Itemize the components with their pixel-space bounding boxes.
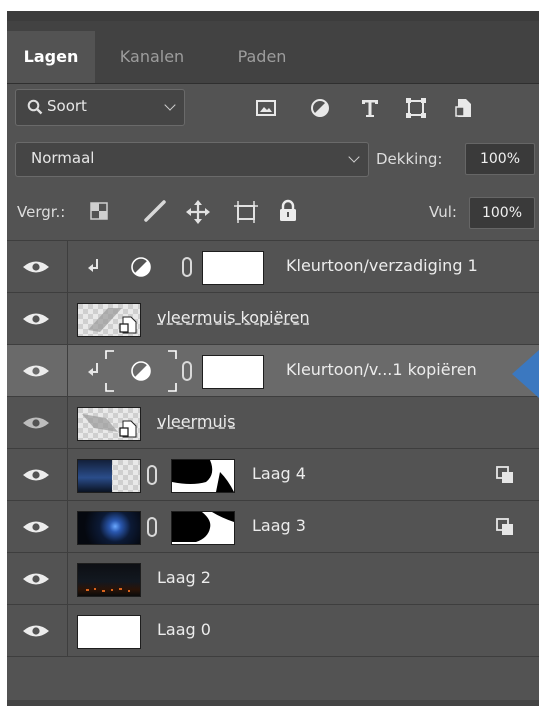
lock-label: Vergr.: — [17, 203, 66, 221]
row-divider — [67, 501, 68, 553]
blend-mode-dropdown[interactable]: Normaal — [15, 142, 369, 177]
visibility-eye-icon[interactable] — [17, 256, 55, 278]
layer-thumbnail[interactable] — [77, 459, 141, 493]
search-icon — [27, 99, 43, 115]
layer-name[interactable]: vleermuis — [157, 412, 235, 431]
layer-row[interactable]: Laag 4 — [7, 448, 539, 501]
tab-paden[interactable]: Paden — [212, 31, 312, 83]
smart-object-badge-icon — [119, 316, 137, 334]
layer-row[interactable]: Laag 0 — [7, 604, 539, 657]
layer-row[interactable]: Laag 2 — [7, 552, 539, 605]
layer-name[interactable]: vleermuis kopiëren — [157, 308, 310, 327]
layer-name[interactable]: Kleurtoon/v...1 kopiëren — [286, 360, 477, 379]
row-divider — [67, 605, 68, 657]
city-lights-thumbnail — [86, 588, 130, 592]
opacity-input[interactable]: 100% — [465, 143, 535, 175]
row-divider — [67, 293, 68, 345]
linked-layer-icon — [496, 466, 513, 483]
layer-thumbnail[interactable] — [77, 303, 141, 337]
adjustment-filter-icon[interactable] — [307, 95, 333, 121]
layer-row[interactable]: Laag 3 — [7, 500, 539, 553]
layer-mask-thumbnail[interactable] — [202, 355, 264, 389]
clipping-mask-arrow-icon — [88, 363, 98, 376]
layer-name[interactable]: Laag 0 — [157, 620, 211, 639]
shape-filter-icon[interactable] — [403, 95, 429, 121]
clipping-mask-arrow-icon — [88, 259, 98, 272]
row-divider — [67, 397, 68, 449]
layers-panel: Lagen Kanalen Paden Soort Normaal Dekkin… — [7, 11, 539, 706]
layer-name[interactable]: Laag 2 — [157, 568, 211, 587]
fill-input[interactable]: 100% — [469, 197, 535, 229]
layer-mask-thumbnail[interactable] — [202, 251, 264, 285]
layer-thumbnail[interactable] — [77, 511, 141, 545]
lock-all-icon[interactable] — [277, 198, 299, 224]
hue-saturation-adjustment-icon — [131, 257, 151, 277]
filter-kind-dropdown[interactable]: Soort — [15, 89, 185, 126]
image-filter-icon[interactable] — [253, 95, 279, 121]
panel-top-strip — [7, 11, 539, 21]
linked-layer-icon — [496, 518, 513, 535]
layer-thumbnail[interactable] — [77, 407, 141, 441]
chevron-down-icon — [348, 151, 360, 163]
layer-name[interactable]: Laag 4 — [252, 464, 306, 483]
night-sky-thumbnail — [78, 460, 112, 492]
layer-row-selected[interactable]: Kleurtoon/v...1 kopiëren — [7, 344, 539, 397]
lock-artboard-icon[interactable] — [232, 199, 260, 225]
visibility-eye-icon[interactable] — [17, 516, 55, 538]
chain-link-icon[interactable] — [182, 361, 192, 381]
chevron-down-icon — [164, 99, 176, 111]
visibility-eye-icon[interactable] — [17, 308, 55, 330]
panel-bottom-strip — [7, 700, 539, 706]
layer-thumbnail[interactable] — [77, 563, 141, 597]
layer-mask-thumbnail[interactable] — [171, 511, 235, 545]
list-end-divider — [7, 656, 539, 657]
visibility-eye-icon[interactable] — [17, 412, 55, 434]
lock-transparent-pixels-icon[interactable] — [88, 200, 110, 222]
row-divider — [67, 553, 68, 605]
lock-image-pixels-icon[interactable] — [142, 199, 168, 223]
row-divider — [67, 345, 68, 397]
visibility-eye-icon[interactable] — [17, 360, 55, 382]
layer-row[interactable]: vleermuis kopiëren — [7, 292, 539, 345]
blend-mode-label: Normaal — [31, 149, 95, 167]
smart-object-badge-icon — [119, 420, 137, 438]
chain-link-icon[interactable] — [147, 517, 157, 537]
chain-link-icon[interactable] — [147, 465, 157, 485]
layer-row[interactable]: Kleurtoon/verzadiging 1 — [7, 240, 539, 293]
hue-saturation-adjustment-icon — [131, 361, 151, 381]
panel-tab-bar: Lagen Kanalen Paden — [7, 21, 539, 84]
visibility-eye-icon[interactable] — [17, 620, 55, 642]
opacity-label: Dekking: — [376, 150, 443, 168]
layer-row[interactable]: vleermuis — [7, 396, 539, 449]
chain-link-icon[interactable] — [182, 257, 192, 277]
lock-position-icon[interactable] — [185, 199, 211, 225]
selection-indicator-arrow — [512, 350, 539, 398]
row-divider — [67, 449, 68, 501]
type-filter-icon[interactable] — [357, 95, 383, 121]
layer-thumbnail[interactable] — [77, 615, 141, 649]
layer-name[interactable]: Laag 3 — [252, 516, 306, 535]
filter-kind-label: Soort — [47, 97, 87, 115]
row-divider — [67, 241, 68, 293]
mask-shape-thumbnail — [172, 460, 234, 492]
layer-name[interactable]: Kleurtoon/verzadiging 1 — [286, 256, 478, 275]
layer-mask-thumbnail[interactable] — [171, 459, 235, 493]
mask-shape-thumbnail — [172, 512, 234, 542]
fill-label: Vul: — [429, 203, 457, 221]
tab-kanalen[interactable]: Kanalen — [99, 31, 205, 83]
visibility-eye-icon[interactable] — [17, 464, 55, 486]
tab-lagen[interactable]: Lagen — [7, 31, 95, 83]
visibility-eye-icon[interactable] — [17, 568, 55, 590]
smart-object-filter-icon[interactable] — [451, 95, 477, 121]
